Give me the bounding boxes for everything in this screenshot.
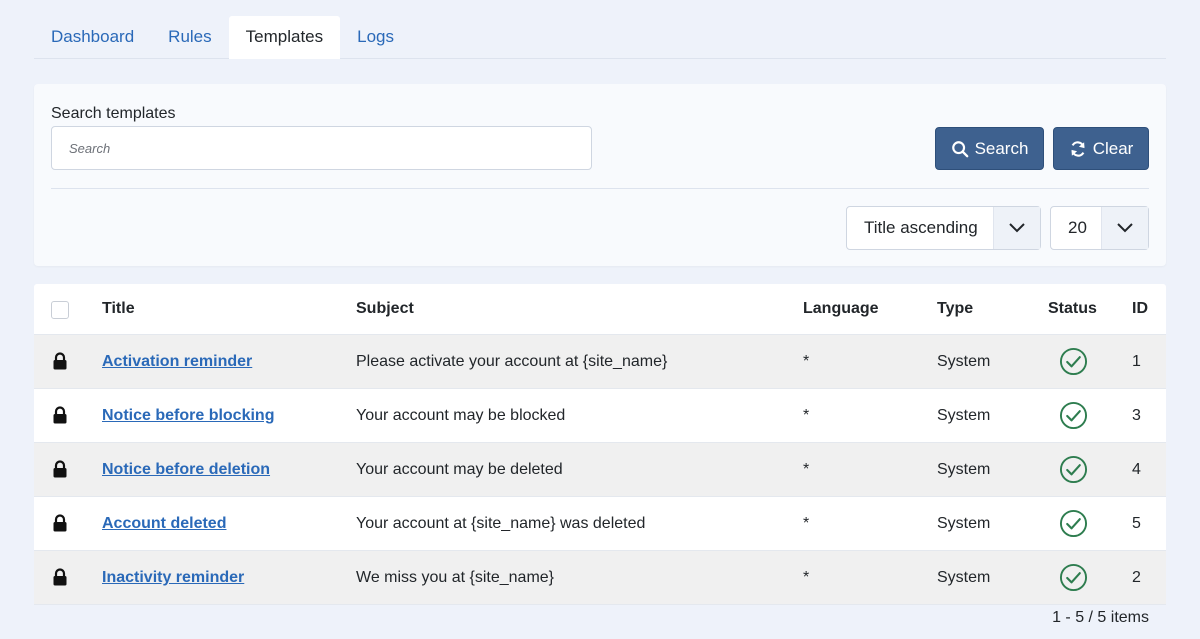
template-type: System [937, 407, 991, 424]
header-status[interactable]: Status [1048, 284, 1097, 335]
header-subject: Subject [356, 300, 414, 317]
select-all-checkbox[interactable] [51, 301, 69, 319]
templates-table: Title Subject Language Type Status ID Ac… [34, 284, 1166, 605]
ordering-value: Title ascending [864, 218, 978, 237]
header-id[interactable]: ID [1132, 284, 1148, 335]
template-id: 4 [1132, 461, 1141, 478]
pagination-summary: 1 - 5 / 5 items [1052, 609, 1149, 626]
template-title-link[interactable]: Account deleted [102, 497, 226, 551]
check-circle-icon[interactable] [1059, 563, 1088, 592]
search-input[interactable] [51, 126, 592, 170]
template-language: * [803, 461, 810, 478]
tab-templates[interactable]: Templates [228, 16, 341, 59]
check-circle-icon[interactable] [1059, 455, 1088, 484]
check-circle-icon[interactable] [1059, 347, 1088, 376]
template-subject: We miss you at {site_name} [356, 569, 555, 586]
template-id: 3 [1132, 407, 1141, 424]
template-language: * [803, 515, 810, 532]
header-title[interactable]: Title [102, 284, 135, 335]
table-row: Account deleted Your account at {site_nam… [34, 497, 1166, 551]
chevron-down-icon [993, 207, 1040, 249]
ordering-select[interactable]: Title ascending [846, 206, 1041, 250]
search-icon [951, 140, 968, 157]
filter-panel: Search templates Search Clear Title asce… [34, 84, 1166, 266]
header-language[interactable]: Language [803, 284, 879, 335]
template-language: * [803, 407, 810, 424]
template-title-link[interactable]: Notice before deletion [102, 443, 270, 497]
check-circle-icon[interactable] [1059, 401, 1088, 430]
template-language: * [803, 569, 810, 586]
template-subject: Your account may be deleted [356, 461, 563, 478]
table-row: Notice before deletion Your account may b… [34, 443, 1166, 497]
table-row: Notice before blocking Your account may b… [34, 389, 1166, 443]
template-title-link[interactable]: Activation reminder [102, 335, 252, 389]
template-subject: Your account may be blocked [356, 407, 566, 424]
tab-dashboard[interactable]: Dashboard [34, 16, 151, 59]
chevron-down-icon [1101, 207, 1148, 249]
lock-icon [53, 460, 67, 478]
limit-select[interactable]: 20 [1050, 206, 1149, 250]
lock-icon [53, 406, 67, 424]
table-body: Activation reminder Please activate your … [34, 335, 1166, 605]
header-type[interactable]: Type [937, 284, 973, 335]
template-title-link[interactable]: Inactivity reminder [102, 551, 244, 605]
table-row: Inactivity reminder We miss you at {site_… [34, 551, 1166, 605]
clear-button-label: Clear [1092, 138, 1134, 158]
search-label: Search templates [51, 105, 176, 122]
clear-button[interactable]: Clear [1053, 127, 1149, 170]
template-id: 2 [1132, 569, 1141, 586]
template-subject: Your account at {site_name} was deleted [356, 515, 646, 532]
tab-bar: Dashboard Rules Templates Logs [34, 16, 1166, 59]
template-subject: Please activate your account at {site_na… [356, 353, 668, 370]
refresh-icon [1071, 140, 1085, 157]
table-row: Activation reminder Please activate your … [34, 335, 1166, 389]
search-button-label: Search [974, 138, 1029, 158]
template-type: System [937, 515, 991, 532]
template-type: System [937, 353, 991, 370]
template-id: 1 [1132, 353, 1141, 370]
limit-value: 20 [1068, 218, 1087, 237]
check-circle-icon[interactable] [1059, 509, 1088, 538]
template-title-link[interactable]: Notice before blocking [102, 389, 274, 443]
template-language: * [803, 353, 810, 370]
filter-divider [51, 188, 1149, 189]
search-button[interactable]: Search [935, 127, 1044, 170]
lock-icon [53, 514, 67, 532]
template-type: System [937, 461, 991, 478]
template-id: 5 [1132, 515, 1141, 532]
tab-rules[interactable]: Rules [151, 16, 228, 59]
template-type: System [937, 569, 991, 586]
lock-icon [53, 352, 67, 370]
table-header: Title Subject Language Type Status ID [34, 284, 1166, 335]
tab-logs[interactable]: Logs [340, 16, 411, 59]
lock-icon [53, 568, 67, 586]
